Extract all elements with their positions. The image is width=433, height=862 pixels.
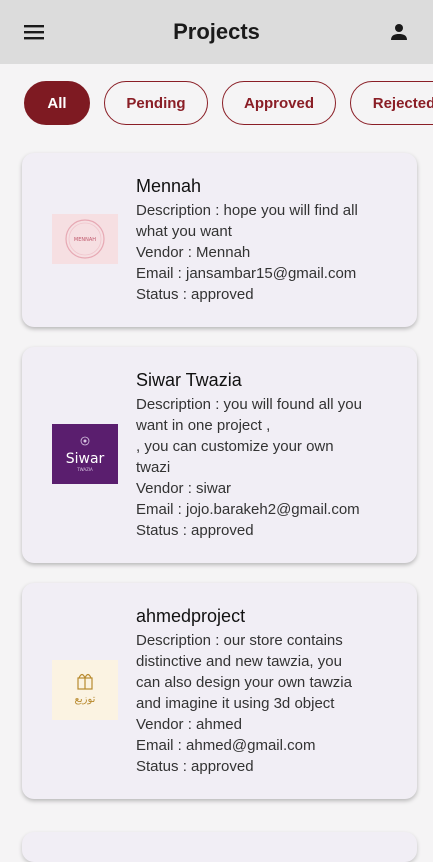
project-email: Email : jojo.barakeh2@gmail.com: [136, 501, 360, 518]
filter-chips: All Pending Approved Rejected: [0, 64, 433, 125]
project-status: Status : approved: [136, 758, 254, 775]
project-name: ahmedproject: [136, 606, 246, 626]
project-name: Siwar Twazia: [136, 370, 242, 390]
project-logo-text: MENNAH: [74, 237, 96, 243]
project-logo-text: توزيع: [75, 694, 96, 705]
project-list: MENNAH Mennah Description : hope you wil…: [0, 125, 433, 799]
filter-chip-rejected[interactable]: Rejected: [350, 81, 433, 125]
menu-icon[interactable]: [22, 20, 46, 44]
app-bar: Projects: [0, 0, 433, 64]
filter-chip-all[interactable]: All: [24, 81, 90, 125]
project-card[interactable]: Siwar TWAZIA Siwar Twazia Description : …: [22, 347, 417, 563]
project-description: Description : hope you will find all wha…: [136, 202, 358, 240]
project-card[interactable]: توزيع ahmedproject Description : our sto…: [22, 583, 417, 799]
project-logo: توزيع: [52, 660, 118, 720]
project-description: Description : our store contains distinc…: [136, 632, 352, 712]
project-vendor: Vendor : ahmed: [136, 716, 242, 733]
project-card[interactable]: [22, 832, 417, 862]
project-logo-subtext: TWAZIA: [76, 467, 93, 472]
filter-chip-pending[interactable]: Pending: [104, 81, 208, 125]
project-vendor: Vendor : siwar: [136, 480, 232, 497]
project-name: Mennah: [136, 176, 202, 196]
project-card[interactable]: MENNAH Mennah Description : hope you wil…: [22, 153, 417, 327]
project-description: Description : you will found all you wan…: [136, 396, 362, 476]
project-vendor: Vendor : Mennah: [136, 244, 251, 261]
project-email: Email : ahmed@gmail.com: [136, 737, 316, 754]
filter-chip-approved[interactable]: Approved: [222, 81, 336, 125]
project-email: Email : jansambar15@gmail.com: [136, 265, 357, 282]
person-icon[interactable]: [387, 20, 411, 44]
project-status: Status : approved: [136, 522, 254, 539]
project-logo-text: Siwar: [66, 451, 105, 467]
project-logo: MENNAH: [52, 214, 118, 264]
project-logo: Siwar TWAZIA: [52, 424, 118, 484]
project-status: Status : approved: [136, 286, 254, 303]
page-title: Projects: [173, 19, 260, 44]
